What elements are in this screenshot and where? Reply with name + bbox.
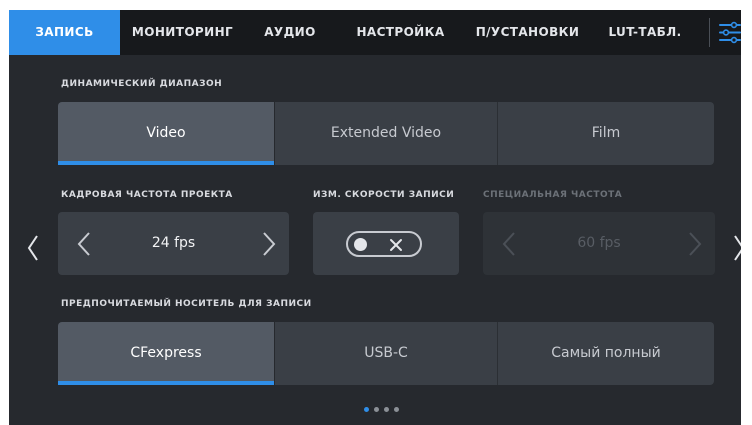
tab-presets[interactable]: П/УСТАНОВКИ — [466, 10, 589, 55]
close-icon — [390, 239, 402, 251]
decrease-arrow-icon[interactable] — [74, 230, 94, 258]
dynamic-range-video-button[interactable]: Video — [58, 102, 274, 165]
project-frame-rate-label: КАДРОВАЯ ЧАСТОТА ПРОЕКТА — [61, 190, 233, 200]
previous-page-arrow-icon[interactable] — [25, 230, 41, 266]
media-cfexpress-label: CFexpress — [130, 345, 202, 361]
project-frame-rate-stepper: 24 fps — [58, 212, 289, 275]
tab-record[interactable]: ЗАПИСЬ — [9, 10, 120, 55]
media-fullest-button[interactable]: Самый полный — [498, 322, 714, 385]
media-fullest-label: Самый полный — [551, 345, 661, 361]
tab-luts[interactable]: LUT-ТАБЛ. — [589, 10, 701, 55]
selected-indicator — [58, 161, 274, 165]
dynamic-range-film-label: Film — [591, 125, 621, 141]
project-frame-rate-value: 24 fps — [151, 235, 196, 251]
tab-monitoring[interactable]: МОНИТОРИНГ — [120, 10, 245, 55]
decrease-arrow-icon — [502, 232, 515, 256]
dynamic-range-video-label: Video — [146, 125, 186, 141]
dynamic-range-film-button[interactable]: Film — [498, 102, 714, 165]
off-speed-frame-rate-label: СПЕЦИАЛЬНАЯ ЧАСТОТА — [483, 190, 623, 200]
off-speed-toggle[interactable] — [346, 231, 422, 257]
media-usb-c-label: USB-C — [364, 345, 408, 361]
tab-audio[interactable]: АУДИО — [245, 10, 335, 55]
sliders-icon[interactable] — [718, 19, 741, 46]
page-dot-4[interactable] — [394, 407, 399, 412]
dynamic-range-extended-video-button[interactable]: Extended Video — [275, 102, 497, 165]
dynamic-range-label: ДИНАМИЧЕСКИЙ ДИАПАЗОН — [61, 79, 223, 89]
selected-indicator — [58, 381, 274, 385]
tab-divider — [709, 18, 710, 47]
tab-setup[interactable]: НАСТРОЙКА — [335, 10, 466, 55]
page-dot-2[interactable] — [374, 407, 379, 412]
next-page-arrow-icon[interactable] — [731, 230, 741, 266]
increase-arrow-icon[interactable] — [259, 230, 279, 258]
page-dot-1[interactable] — [364, 407, 369, 412]
media-cfexpress-button[interactable]: CFexpress — [58, 322, 274, 385]
tab-bar: ЗАПИСЬ МОНИТОРИНГ АУДИО НАСТРОЙКА П/УСТА… — [9, 10, 741, 55]
increase-arrow-icon — [689, 232, 702, 256]
off-speed-label: ИЗМ. СКОРОСТИ ЗАПИСИ — [313, 190, 455, 200]
toggle-knob — [354, 238, 367, 251]
page-dot-3[interactable] — [384, 407, 389, 412]
record-settings-screen: ЗАПИСЬ МОНИТОРИНГ АУДИО НАСТРОЙКА П/УСТА… — [9, 10, 741, 425]
media-usb-c-button[interactable]: USB-C — [275, 322, 497, 385]
dynamic-range-extended-video-label: Extended Video — [330, 125, 442, 141]
preferred-media-label: ПРЕДПОЧИТАЕМЫЙ НОСИТЕЛЬ ДЛЯ ЗАПИСИ — [61, 299, 312, 309]
off-speed-toggle-box — [313, 212, 459, 275]
off-speed-frame-rate-stepper: 60 fps — [483, 212, 715, 275]
off-speed-frame-rate-value: 60 fps — [577, 235, 621, 251]
